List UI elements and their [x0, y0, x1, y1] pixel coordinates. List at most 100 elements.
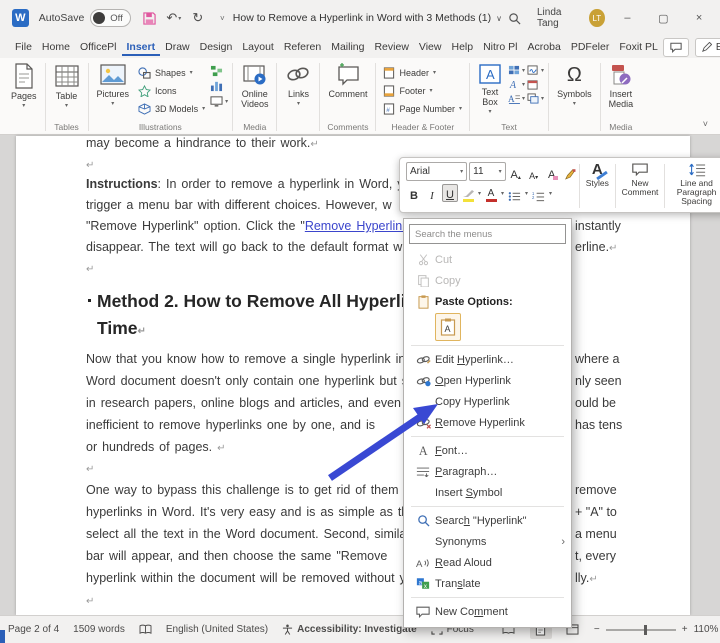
shapes-button[interactable]: Shapes ▾ [135, 64, 208, 81]
zoom-in-button[interactable]: + [682, 624, 688, 635]
signature-line-button[interactable]: ▾ [527, 65, 544, 76]
chart-button[interactable] [210, 80, 228, 92]
tab-acroba[interactable]: Acroba [523, 38, 566, 56]
zoom-slider-thumb[interactable] [644, 625, 647, 635]
paste-option-keep-text-only[interactable]: A [435, 313, 461, 341]
quick-parts-button[interactable]: ▾ [508, 65, 525, 76]
tab-draw[interactable]: Draw [160, 38, 195, 56]
accessibility-button[interactable]: Accessibility: Investigate [282, 624, 417, 635]
3d-models-button[interactable]: 3D Models ▾ [135, 100, 208, 117]
text-box-button[interactable]: A Text Box ▾ [474, 60, 506, 116]
tab-mailing[interactable]: Mailing [326, 38, 369, 56]
tab-help[interactable]: Help [446, 38, 478, 56]
font-size-combo[interactable]: 11 ▾ [469, 162, 505, 181]
numbering-caret-icon[interactable]: ▾ [549, 190, 552, 197]
numbering-button[interactable]: 1 2 [530, 184, 547, 202]
object-button[interactable]: ▾ [527, 93, 544, 104]
highlight-caret-icon[interactable]: ▾ [478, 190, 481, 197]
drop-cap-button[interactable]: A ▾ [508, 93, 525, 104]
symbols-button[interactable]: Ω Symbols ▾ [553, 60, 596, 108]
avatar[interactable]: LT [589, 9, 605, 27]
zoom-out-button[interactable]: − [594, 624, 600, 635]
menu-item-remove-hyperlink[interactable]: Remove Hyperlink [404, 412, 571, 433]
redo-button[interactable]: ↻ [187, 6, 209, 30]
tab-design[interactable]: Design [195, 38, 238, 56]
italic-button[interactable]: I [424, 184, 440, 202]
footer-button[interactable]: Footer ▾ [380, 82, 465, 99]
close-button[interactable]: × [686, 5, 712, 31]
font-name-combo[interactable]: Arial ▾ [406, 162, 467, 181]
font-color-button[interactable]: A [483, 184, 499, 202]
autosave-toggle[interactable]: Off [90, 9, 131, 27]
font-color-caret-icon[interactable]: ▾ [501, 190, 504, 197]
links-button[interactable]: Links ▾ [281, 60, 315, 108]
tab-view[interactable]: View [414, 38, 447, 56]
maximize-button[interactable]: ▢ [650, 5, 676, 31]
undo-button[interactable]: ↶ ▾ [163, 6, 185, 30]
menu-item-open-hyperlink[interactable]: Open Hyperlink [404, 370, 571, 391]
menu-item-copy-hyperlink[interactable]: Copy Hyperlink [404, 391, 571, 412]
tab-layout[interactable]: Layout [237, 38, 279, 56]
proofing-button[interactable] [139, 624, 152, 635]
menu-item-read-aloud[interactable]: ARead Aloud [404, 552, 571, 573]
highlight-button[interactable] [460, 184, 476, 202]
bullets-button[interactable] [506, 184, 523, 202]
collapse-ribbon-button[interactable]: ˅ [697, 118, 714, 130]
menu-search-box[interactable] [409, 224, 566, 244]
menu-item-new-comment[interactable]: New Comment [404, 601, 571, 622]
comments-toggle-button[interactable] [663, 38, 689, 57]
line-spacing-button[interactable]: Line and Paragraph Spacing [666, 162, 720, 210]
grow-font-button[interactable]: A▴ [508, 163, 524, 181]
tab-referen[interactable]: Referen [279, 38, 326, 56]
qat-customize-button[interactable]: ˅ [211, 6, 233, 30]
tab-home[interactable]: Home [37, 38, 75, 56]
menu-item-paragraph[interactable]: Paragraph… [404, 461, 571, 482]
pictures-button[interactable]: Pictures ▾ [93, 60, 134, 108]
tab-foxit-pl[interactable]: Foxit PL [614, 38, 663, 56]
zoom-level[interactable]: 110% [694, 624, 719, 635]
user-name[interactable]: Linda Tang [537, 7, 579, 29]
wordart-button[interactable]: A ▾ [508, 79, 525, 90]
document-title[interactable]: How to Remove a Hyperlink in Word with 3… [233, 12, 502, 24]
shrink-font-button[interactable]: A▾ [526, 163, 542, 181]
minimize-button[interactable]: – [615, 5, 641, 31]
menu-item-paste-options[interactable]: Paste Options: [404, 291, 571, 312]
menu-item-insert-symbol[interactable]: Insert Symbol [404, 482, 571, 503]
word-logo-icon[interactable]: W [12, 9, 29, 27]
format-painter-button[interactable] [562, 163, 578, 181]
language-indicator[interactable]: English (United States) [166, 624, 268, 635]
search-button[interactable] [502, 11, 527, 26]
menu-item-synonyms[interactable]: Synonyms› [404, 531, 571, 552]
zoom-slider[interactable] [606, 629, 676, 631]
tab-nitro-pl[interactable]: Nitro Pl [478, 38, 522, 56]
tab-file[interactable]: File [10, 38, 37, 56]
icons-button[interactable]: Icons [135, 82, 208, 99]
styles-button[interactable]: A Styles [581, 162, 614, 210]
editing-mode-button[interactable]: Editing ▾ [695, 38, 720, 57]
table-button[interactable]: Table ▾ [50, 60, 84, 110]
page-indicator[interactable]: Page 2 of 4 [8, 624, 59, 635]
menu-search-input[interactable] [410, 229, 565, 240]
header-button[interactable]: Header ▾ [380, 64, 465, 81]
smartart-button[interactable] [210, 65, 228, 77]
menu-item-translate[interactable]: axTranslate [404, 573, 571, 594]
menu-item-edit-hyperlink[interactable]: Edit Hyperlink… [404, 349, 571, 370]
tab-review[interactable]: Review [369, 38, 413, 56]
new-comment-button[interactable]: New Comment [617, 162, 664, 210]
bold-button[interactable]: B [406, 184, 422, 202]
tab-pdfeler[interactable]: PDFeler [566, 38, 615, 56]
word-count[interactable]: 1509 words [73, 624, 125, 635]
screenshot-button[interactable]: ▾ [210, 95, 228, 107]
tab-officepl[interactable]: OfficePl [75, 38, 122, 56]
menu-item-font[interactable]: AFont… [404, 440, 571, 461]
bullets-caret-icon[interactable]: ▾ [525, 190, 528, 197]
save-button[interactable] [139, 6, 161, 30]
underline-button[interactable]: U [442, 184, 458, 202]
insert-media-button[interactable]: Insert Media [605, 60, 638, 110]
pages-button[interactable]: Pages ▾ [7, 60, 41, 110]
tab-insert[interactable]: Insert [122, 38, 161, 56]
menu-item-search-hyperlink[interactable]: Search "Hyperlink" [404, 510, 571, 531]
clear-formatting-button[interactable]: A [544, 163, 560, 181]
online-videos-button[interactable]: Online Videos [237, 60, 272, 110]
page-number-button[interactable]: # Page Number ▾ [380, 100, 465, 117]
